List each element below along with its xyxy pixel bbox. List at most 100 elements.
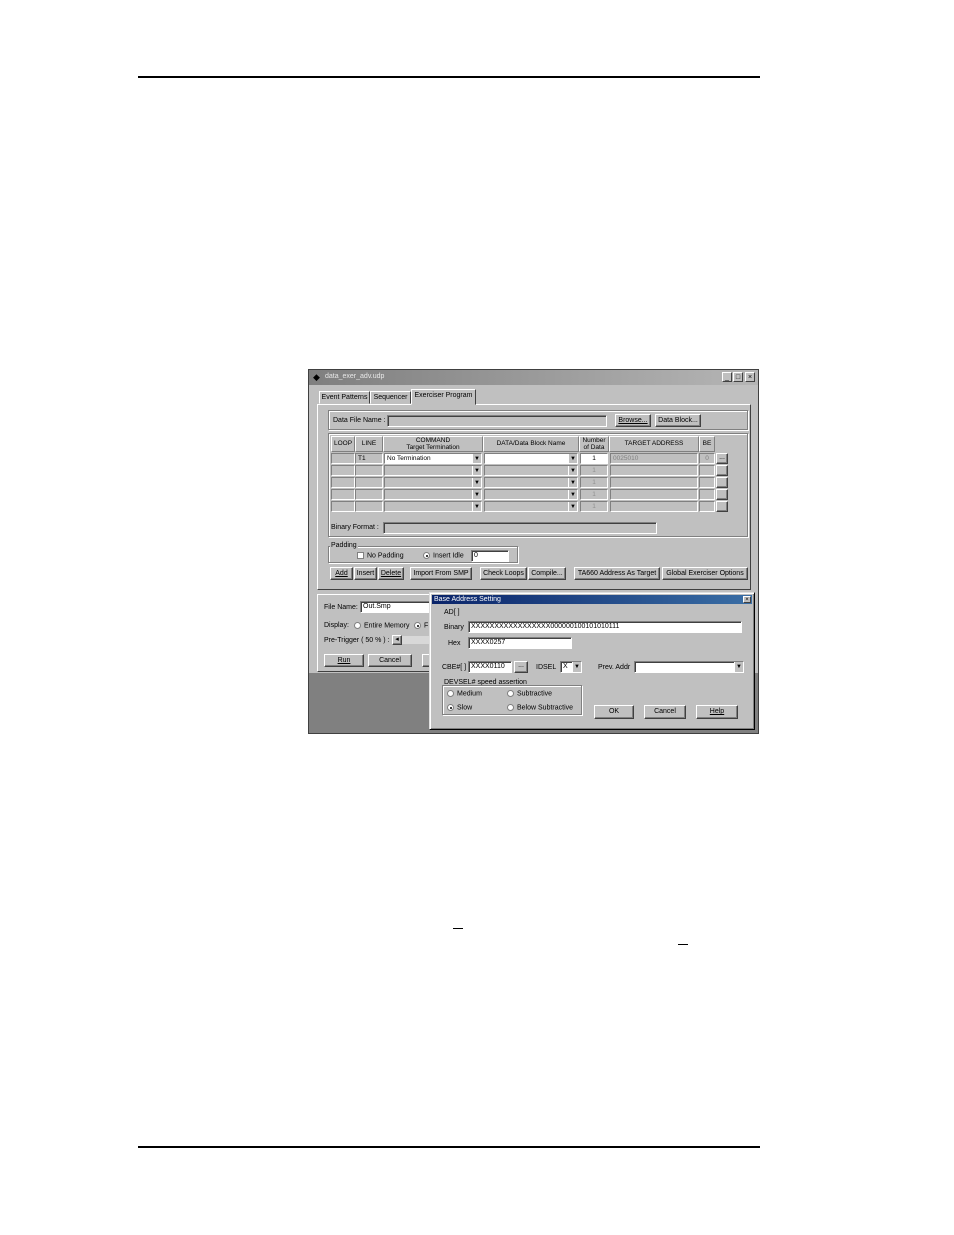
overline-mark-2: [678, 944, 688, 945]
row3-command-select[interactable]: ▼: [384, 477, 482, 488]
row4-data-select[interactable]: ▼: [484, 489, 578, 500]
row4-line[interactable]: [355, 489, 383, 500]
compile-button[interactable]: Compile...: [528, 567, 566, 580]
no-padding-checkbox[interactable]: No Padding: [357, 552, 404, 559]
row2-be[interactable]: [699, 465, 715, 476]
col-header-data-block: DATA/Data Block Name: [483, 436, 579, 452]
lower-cancel-button[interactable]: Cancel: [368, 654, 412, 667]
row1-line[interactable]: T1: [355, 453, 383, 464]
row5-be[interactable]: [699, 501, 715, 512]
row3-more-button[interactable]: [716, 477, 728, 488]
row4-more-button[interactable]: [716, 489, 728, 500]
row2-line[interactable]: [355, 465, 383, 476]
radio-icon: [354, 622, 361, 629]
row3-loop[interactable]: [331, 477, 355, 488]
slow-radio[interactable]: Slow: [447, 704, 472, 711]
minimize-button[interactable]: _: [722, 372, 732, 382]
row2-count[interactable]: 1: [580, 465, 608, 476]
idsel-select[interactable]: X ▼: [560, 661, 582, 673]
binary-format-field: [383, 522, 657, 534]
entire-memory-radio[interactable]: Entire Memory: [354, 622, 410, 629]
row5-count[interactable]: 1: [580, 501, 608, 512]
maximize-button[interactable]: □: [733, 372, 743, 382]
row5-data-select[interactable]: ▼: [484, 501, 578, 512]
row2-loop[interactable]: [331, 465, 355, 476]
ok-button[interactable]: OK: [594, 705, 634, 719]
file-name-input[interactable]: Out.Smp: [360, 601, 436, 613]
row1-command-value: No Termination: [387, 455, 431, 462]
window-titlebar: ◆ data_exer_adv.udp _ □ ×: [309, 370, 758, 385]
row1-more-button[interactable]: ...: [716, 453, 728, 464]
row4-target-address[interactable]: [610, 489, 698, 500]
chevron-down-icon: ▼: [472, 502, 481, 511]
chevron-down-icon: ▼: [734, 662, 743, 672]
cbe-browse-button[interactable]: ...: [514, 661, 528, 673]
no-padding-label: No Padding: [367, 552, 404, 560]
import-from-smp-button[interactable]: Import From SMP: [410, 567, 472, 580]
row5-line[interactable]: [355, 501, 383, 512]
delete-button[interactable]: Delete: [378, 567, 404, 580]
radio-selected-icon: [423, 552, 430, 559]
row1-be[interactable]: 0: [699, 453, 715, 464]
ta660-address-target-button[interactable]: TA660 Address As Target: [574, 567, 660, 580]
row4-loop[interactable]: [331, 489, 355, 500]
browse-button[interactable]: Browse...: [615, 414, 651, 427]
row3-data-select[interactable]: ▼: [484, 477, 578, 488]
pretrigger-label: Pre-Trigger ( 50 % ) :: [324, 637, 390, 644]
hex-input[interactable]: XXXX0257: [468, 637, 572, 649]
row4-count[interactable]: 1: [580, 489, 608, 500]
row2-target-address[interactable]: [610, 465, 698, 476]
check-loops-button[interactable]: Check Loops: [480, 567, 527, 580]
data-file-input[interactable]: [387, 415, 607, 427]
col-header-command: COMMAND Target Termination: [383, 436, 483, 452]
medium-radio[interactable]: Medium: [447, 690, 482, 697]
row4-be[interactable]: [699, 489, 715, 500]
row5-more-button[interactable]: [716, 501, 728, 512]
pretrigger-scroll-left[interactable]: ◂: [392, 635, 402, 645]
cbe-input[interactable]: XXXX0110: [468, 661, 512, 673]
data-block-button[interactable]: Data Block...: [655, 414, 701, 427]
close-button[interactable]: ×: [745, 372, 755, 382]
row1-count[interactable]: 1: [580, 453, 608, 464]
row3-be[interactable]: [699, 477, 715, 488]
help-button[interactable]: Help: [696, 705, 738, 719]
insert-idle-radio[interactable]: Insert Idle: [423, 552, 464, 559]
global-exerciser-options-button[interactable]: Global Exerciser Options: [662, 567, 748, 580]
row1-data-select[interactable]: ▼: [484, 453, 578, 464]
subtractive-radio[interactable]: Subtractive: [507, 690, 552, 697]
dialog-close-button[interactable]: ×: [743, 596, 751, 603]
padding-label: Padding: [330, 542, 358, 549]
add-button[interactable]: Add: [330, 567, 353, 580]
row1-target-address[interactable]: 0025010: [610, 453, 698, 464]
row3-count[interactable]: 1: [580, 477, 608, 488]
row5-command-select[interactable]: ▼: [384, 501, 482, 512]
row2-command-select[interactable]: ▼: [384, 465, 482, 476]
tab-sequencer[interactable]: Sequencer: [370, 391, 411, 404]
row5-target-address[interactable]: [610, 501, 698, 512]
col-header-number-of-data: Number of Data: [579, 436, 609, 452]
row4-command-select[interactable]: ▼: [384, 489, 482, 500]
tab-event-patterns[interactable]: Event Patterns: [319, 391, 370, 404]
row1-loop[interactable]: [331, 453, 355, 464]
row1-command-select[interactable]: No Termination ▼: [384, 453, 482, 464]
insert-button[interactable]: Insert: [354, 567, 377, 580]
prev-addr-select[interactable]: ▼: [634, 661, 744, 673]
radio-icon: [507, 690, 514, 697]
run-button[interactable]: Run: [324, 654, 364, 667]
subtractive-label: Subtractive: [517, 690, 553, 698]
col-header-line: LINE: [355, 436, 383, 452]
display-other-radio[interactable]: F: [414, 622, 428, 629]
top-rule: [138, 76, 760, 78]
below-subtractive-radio[interactable]: Below Subtractive: [507, 704, 573, 711]
below-subtractive-label: Below Subtractive: [517, 704, 574, 712]
binary-input[interactable]: XXXXXXXXXXXXXXXXX000000100101010111: [468, 621, 742, 633]
insert-idle-input[interactable]: 0: [471, 550, 509, 562]
row3-line[interactable]: [355, 477, 383, 488]
dialog-cancel-button[interactable]: Cancel: [644, 705, 686, 719]
row3-target-address[interactable]: [610, 477, 698, 488]
row2-data-select[interactable]: ▼: [484, 465, 578, 476]
data-file-group: Data File Name : Browse... Data Block...: [328, 410, 748, 430]
row2-more-button[interactable]: [716, 465, 728, 476]
tab-exerciser-program[interactable]: Exerciser Program: [411, 389, 476, 405]
row5-loop[interactable]: [331, 501, 355, 512]
